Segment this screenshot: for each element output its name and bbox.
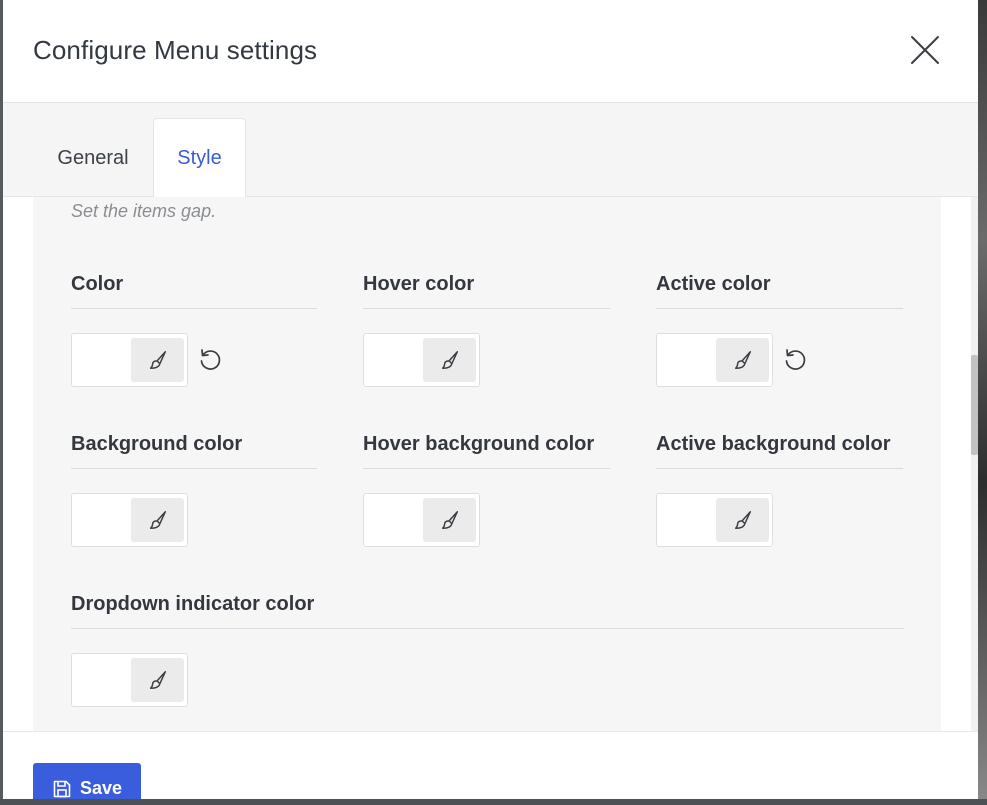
modal-title: Configure Menu settings [33,35,318,65]
hover-color-field: Hover color [363,271,610,387]
dropdown-indicator-color-picker-button[interactable] [131,658,184,702]
field-label: Hover background color [363,431,610,469]
tabs-bar: General Style [3,103,978,198]
close-button[interactable] [909,34,941,66]
field-label: Hover color [363,271,610,309]
content-scrollbar[interactable] [971,197,978,731]
field-label: Background color [71,431,317,469]
brush-icon [734,511,751,529]
hover-color-swatch[interactable] [363,333,480,387]
page-backdrop-bottom [0,799,987,805]
tab-style[interactable]: Style [153,118,246,198]
active-color-picker-button[interactable] [716,338,769,382]
scrollbar-thumb[interactable] [971,355,978,455]
hover-background-color-field: Hover background color [363,431,610,547]
modal-footer: Save [3,731,978,799]
active-background-color-field: Active background color [656,431,903,547]
hover-background-color-picker-button[interactable] [423,498,476,542]
field-label: Active background color [656,431,903,469]
background-color-picker-button[interactable] [131,498,184,542]
reset-icon [200,349,221,370]
dropdown-indicator-color-swatch[interactable] [71,653,188,707]
brush-icon [441,351,458,369]
color-swatch[interactable] [71,333,188,387]
color-reset-button[interactable] [195,345,225,375]
color-picker-button[interactable] [131,338,184,382]
field-label: Color [71,271,317,309]
modal-header: Configure Menu settings [3,0,978,103]
active-background-color-swatch[interactable] [656,493,773,547]
items-gap-help-text: Set the items gap. [71,201,217,221]
active-background-color-picker-button[interactable] [716,498,769,542]
save-button[interactable]: Save [33,763,141,799]
brush-icon [149,351,166,369]
close-icon [911,36,939,64]
brush-icon [149,511,166,529]
active-color-swatch[interactable] [656,333,773,387]
field-label: Dropdown indicator color [71,591,904,629]
reset-icon [785,349,806,370]
active-color-reset-button[interactable] [780,345,810,375]
color-field: Color [71,271,317,387]
floppy-disk-icon [53,780,71,798]
save-button-label: Save [79,778,123,798]
brush-icon [149,671,166,689]
background-color-field: Background color [71,431,317,547]
settings-modal: Configure Menu settings General Style Se… [3,0,978,799]
page-backdrop [978,0,987,805]
tab-content: Set the items gap. Color Hover color Act… [3,197,978,731]
hover-background-color-swatch[interactable] [363,493,480,547]
brush-icon [734,351,751,369]
brush-icon [441,511,458,529]
tab-general[interactable]: General [33,118,153,198]
background-color-swatch[interactable] [71,493,188,547]
field-label: Active color [656,271,903,309]
active-color-field: Active color [656,271,903,387]
style-panel: Set the items gap. Color Hover color Act… [33,197,941,731]
dropdown-indicator-color-field: Dropdown indicator color [71,591,904,707]
hover-color-picker-button[interactable] [423,338,476,382]
